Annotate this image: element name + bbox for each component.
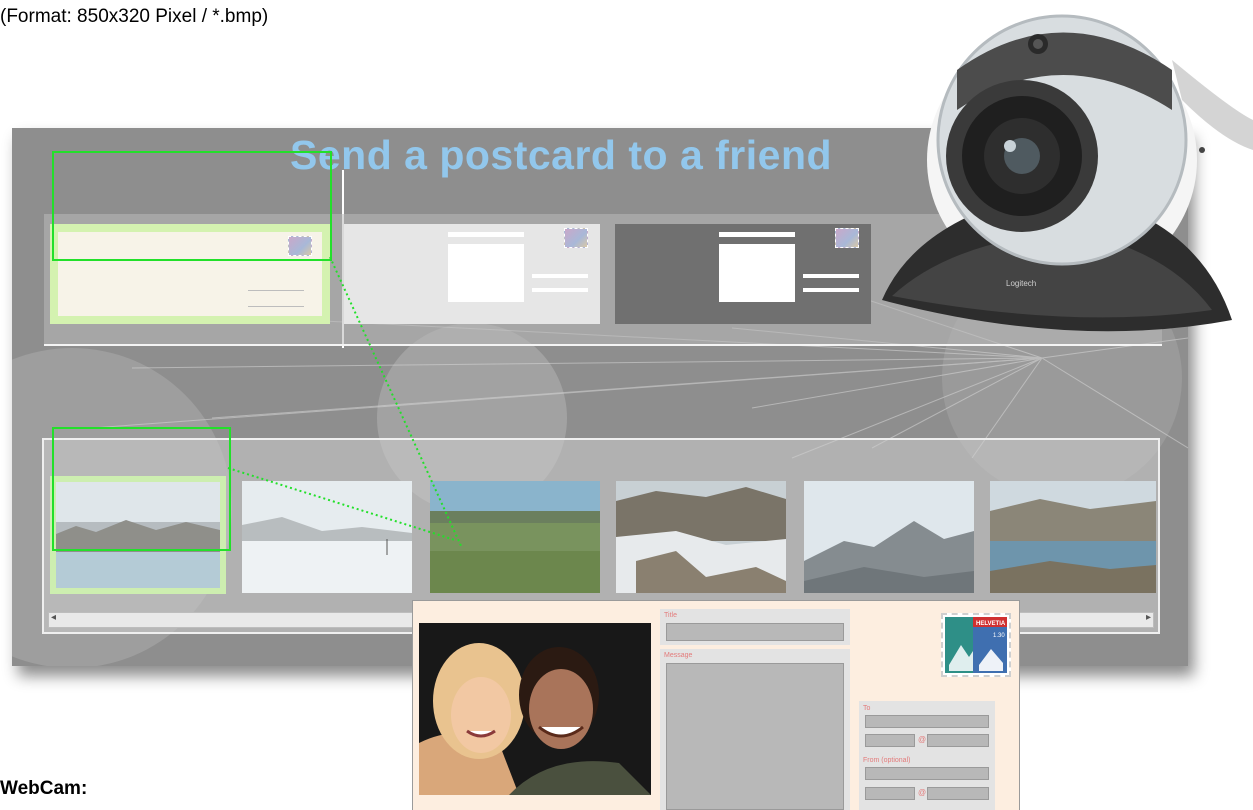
from-email-user-input[interactable]: [865, 787, 915, 800]
to-label: To: [863, 705, 871, 712]
stamp-value: 1.30: [993, 633, 1005, 639]
from-name-input[interactable]: [865, 767, 989, 780]
webcam-image: Logitech: [882, 14, 1253, 332]
postage-stamp: HELVETIA 1.30: [941, 613, 1011, 677]
to-email-domain-input[interactable]: [927, 734, 989, 747]
webcam-label: WebCam:: [0, 778, 88, 799]
template-link-line: [329, 256, 463, 549]
postcard-form: Title Message HELVETIA 1.30 To @ From (o…: [412, 600, 1020, 810]
to-at-sign: @: [918, 735, 927, 744]
photo-link-line: [227, 467, 456, 541]
to-name-input[interactable]: [865, 715, 989, 728]
stamp-image: HELVETIA 1.30: [945, 617, 1007, 673]
title-label: Title: [664, 612, 677, 619]
couple-photo: [419, 623, 651, 795]
title-field-panel: Title: [660, 609, 850, 645]
from-at-sign: @: [918, 788, 927, 797]
from-label: From (optional): [863, 757, 911, 764]
stamp-text: HELVETIA: [976, 621, 1006, 627]
message-textarea[interactable]: [666, 663, 844, 810]
message-field-panel: Message: [660, 649, 850, 810]
to-email-user-input[interactable]: [865, 734, 915, 747]
from-email-domain-input[interactable]: [927, 787, 989, 800]
title-input[interactable]: [666, 623, 844, 641]
address-panel: To @ From (optional) @: [859, 701, 995, 810]
postcard-photo: [419, 623, 651, 795]
message-label: Message: [664, 652, 693, 659]
webcam-brand: Logitech: [1006, 279, 1036, 288]
